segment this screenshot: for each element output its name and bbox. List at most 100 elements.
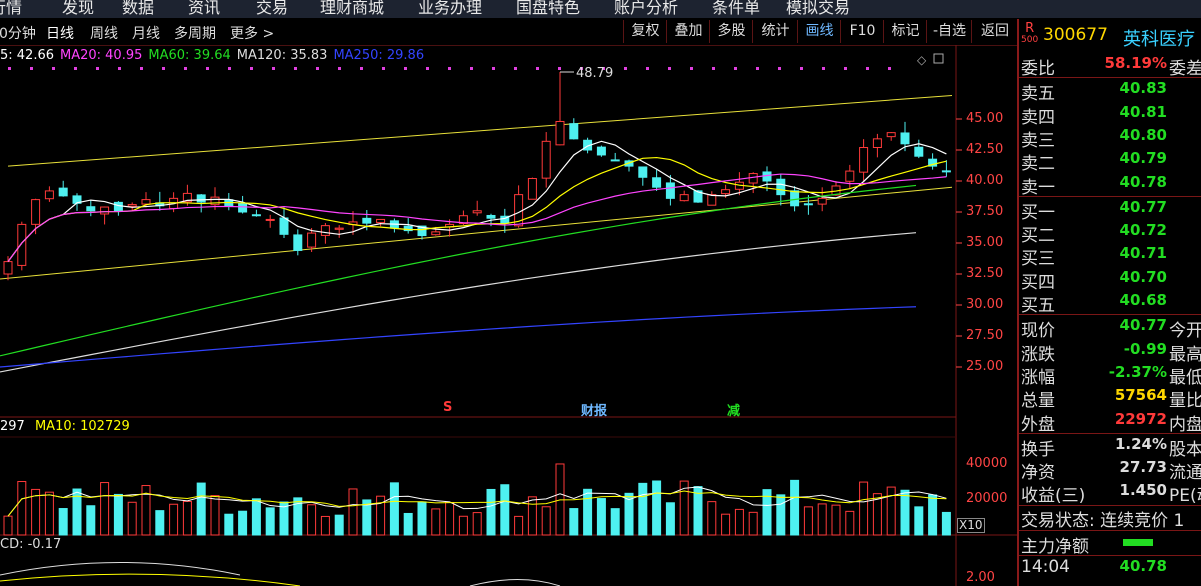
row-value: 40.71 (1119, 244, 1167, 263)
candle-body (127, 204, 137, 207)
top-menu-item[interactable]: 发现 (62, 0, 94, 18)
candle-body (817, 197, 827, 205)
signal-dot (646, 67, 649, 70)
quote-row[interactable]: 现价 40.77 今开 (1019, 315, 1201, 341)
event-marker[interactable]: S (443, 400, 452, 415)
candle-body (638, 166, 648, 178)
period-tab[interactable]: 更多 > (230, 23, 274, 43)
top-menu-item[interactable]: 交易 (256, 0, 288, 18)
ask-row[interactable]: 卖一 40.78 (1019, 172, 1201, 198)
quote-row[interactable]: 涨幅 -2.37% 最低 (1019, 362, 1201, 388)
candle-body (3, 261, 13, 275)
ask-row[interactable]: 卖三 40.80 (1019, 125, 1201, 151)
signal-dot (426, 67, 429, 70)
volume-bar (665, 502, 675, 536)
volume-bar (17, 481, 27, 536)
signal-dot (184, 67, 187, 70)
candle-body (141, 199, 151, 205)
volume-bar (210, 495, 220, 536)
volume-unit-badge[interactable]: X10 (957, 518, 985, 533)
top-menu-item[interactable]: 资讯 (188, 0, 220, 18)
volume-bar (748, 511, 758, 536)
toolbar-button[interactable]: 标记 (883, 20, 927, 43)
toolbar-button[interactable]: 返回 (971, 20, 1018, 43)
top-menu-item[interactable]: 条件单 (712, 0, 760, 18)
top-menu-item[interactable]: 数据 (122, 0, 154, 18)
volume-bar (610, 508, 620, 536)
volume-axis-label: 20000 (966, 491, 1008, 506)
top-menu-item[interactable]: 国盘特色 (516, 0, 580, 18)
fundamental-row[interactable]: 收益(三) 1.450PE(动 (1019, 480, 1201, 506)
candle-body (293, 234, 303, 251)
ma120-line (0, 232, 917, 373)
volume-bar (417, 501, 427, 536)
candle-body (900, 132, 910, 145)
volume-bar (86, 505, 96, 536)
candle-body (86, 206, 96, 212)
main-net-row[interactable]: 主力净额 (1019, 531, 1201, 557)
fundamental-row[interactable]: 净资 27.73 流通 (1019, 457, 1201, 483)
toolbar-button[interactable]: 复权 (623, 20, 667, 43)
top-menu-item[interactable]: 行情 (0, 0, 22, 18)
market-tag-number: 500 (1021, 35, 1039, 45)
volume-value: 297 (0, 419, 25, 434)
volume-bar (928, 494, 938, 536)
signal-dot (118, 67, 121, 70)
volume-bar (44, 491, 54, 536)
toolbar-button[interactable]: 统计 (752, 20, 798, 43)
volume-bar (707, 501, 717, 536)
stock-header: R 500 300677 英科医疗 (1019, 19, 1201, 53)
volume-bar (941, 511, 951, 536)
signal-dot (74, 67, 77, 70)
quote-row[interactable]: 外盘 22972 内盘 (1019, 409, 1201, 435)
top-menu-item[interactable]: 模拟交易 (786, 0, 850, 18)
signal-dot (448, 67, 451, 70)
bid-row[interactable]: 买四 40.70 (1019, 267, 1201, 293)
volume-bar (803, 506, 813, 536)
toolbar-button[interactable]: -自选 (926, 20, 972, 43)
bid-row[interactable]: 买二 40.72 (1019, 220, 1201, 246)
tick-price: 40.78 (1119, 556, 1167, 575)
toolbar-button[interactable]: 画线 (797, 20, 841, 43)
quote-row[interactable]: 涨跌 -0.99 最高 (1019, 339, 1201, 365)
period-tab[interactable]: 月线 (132, 23, 160, 43)
event-marker[interactable]: 财报 (581, 400, 607, 419)
toolbar-button[interactable]: 叠加 (666, 20, 710, 43)
high-marker-label: 48.79 (576, 66, 613, 81)
candle-body (790, 190, 800, 207)
candle-body (707, 194, 717, 206)
volume-bar (514, 515, 524, 536)
top-menu-item[interactable]: 理财商城 (320, 0, 384, 18)
weibi-row[interactable]: 委比 58.19% 委差 (1019, 53, 1201, 79)
period-tab[interactable]: 日线 (46, 23, 74, 43)
period-tab[interactable]: 0分钟 (0, 23, 36, 43)
volume-bar (583, 488, 593, 536)
row-value: 57564 (1114, 386, 1167, 405)
top-menu-item[interactable]: 账户分析 (614, 0, 678, 18)
bid-row[interactable]: 买三 40.71 (1019, 243, 1201, 269)
row-label: 涨跌 (1021, 344, 1055, 365)
fundamental-row[interactable]: 换手 1.24% 股本 (1019, 434, 1201, 460)
ask-row[interactable]: 卖五 40.83 (1019, 78, 1201, 104)
price-axis-label: 32.50 (966, 266, 1004, 281)
bid-row[interactable]: 买一 40.77 (1019, 197, 1201, 223)
toolbar-button[interactable]: 多股 (709, 20, 753, 43)
ask-row[interactable]: 卖四 40.81 (1019, 102, 1201, 128)
event-marker[interactable]: 减 (727, 400, 740, 419)
row-value: -2.37% (1108, 362, 1167, 381)
bid-row[interactable]: 买五 40.68 (1019, 290, 1201, 316)
period-tab[interactable]: 周线 (90, 23, 118, 43)
top-menu-item[interactable]: 业务办理 (418, 0, 482, 18)
volume-bar (182, 500, 192, 536)
kline-chart[interactable]: ◇ 48.79 (0, 45, 1017, 586)
ask-row[interactable]: 卖二 40.79 (1019, 148, 1201, 174)
stock-name[interactable]: 英科医疗 (1123, 25, 1195, 51)
row-label: 委比 (1021, 59, 1055, 79)
volume-bar (817, 503, 827, 536)
period-tab[interactable]: 多周期 (174, 23, 216, 43)
signal-dot (888, 67, 891, 70)
quote-row[interactable]: 总量 57564 量比 (1019, 385, 1201, 412)
row-label: 总量 (1021, 391, 1055, 412)
toolbar-button[interactable]: F10 (840, 20, 884, 43)
chart-toolbar: 0分钟 日线 周线 月线 多周期 更多 > 复权 叠加 多股 统计 画线 F10 标记 -自选 返回 (0, 19, 1017, 46)
